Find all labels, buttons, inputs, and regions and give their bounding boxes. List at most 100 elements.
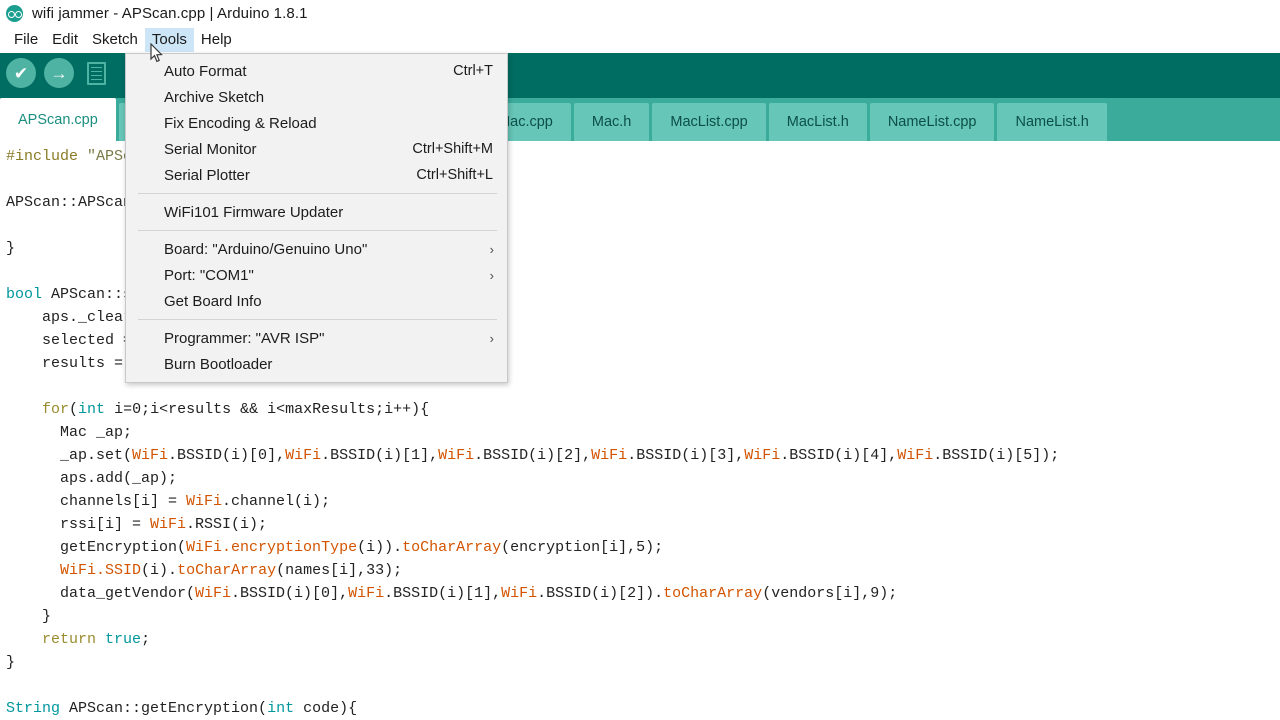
menu-item-label: Serial Plotter: [164, 166, 250, 184]
menu-item-label: Board: "Arduino/Genuino Uno": [164, 240, 368, 258]
arduino-infinity-icon: [6, 4, 23, 22]
menu-item-burn-bootloader[interactable]: Burn Bootloader: [126, 351, 507, 377]
code-line: }: [0, 651, 1280, 674]
verify-compile-button[interactable]: ✔: [6, 58, 36, 88]
menu-item-serial-monitor[interactable]: Serial Monitor Ctrl+Shift+M: [126, 136, 507, 162]
code-token: code){: [294, 700, 358, 717]
code-token: .BSSID(i)[1],: [384, 585, 502, 602]
menu-item-port-com1[interactable]: Port: "COM1" ›: [126, 262, 507, 288]
page-icon: [86, 61, 106, 85]
code-line: }: [0, 605, 1280, 628]
code-token: WiFi: [744, 447, 781, 464]
menu-item-label: Auto Format: [164, 62, 247, 80]
menu-item-auto-format[interactable]: Auto Format Ctrl+T: [126, 58, 507, 84]
code-token: #include: [6, 148, 88, 165]
code-token: .encryptionType: [222, 539, 358, 556]
menu-item-shortcut: Ctrl+Shift+M: [412, 141, 493, 157]
code-token: .BSSID(i)[3],: [627, 447, 745, 464]
file-tab-namelist-h[interactable]: NameList.h: [997, 103, 1107, 141]
code-token: }: [6, 654, 16, 671]
code-token: .channel(i);: [222, 493, 331, 510]
file-tab-namelist-cpp[interactable]: NameList.cpp: [869, 103, 995, 141]
menu-item-label: Fix Encoding & Reload: [164, 114, 317, 132]
code-token: bool: [6, 286, 43, 303]
code-token: int: [78, 401, 106, 418]
menu-item-programmer-avr-isp[interactable]: Programmer: "AVR ISP" ›: [126, 325, 507, 351]
tools-dropdown-menu: Auto Format Ctrl+T Archive Sketch Fix Encod…: [125, 53, 508, 383]
code-line: aps.add(_ap);: [0, 467, 1280, 490]
chevron-right-icon: ›: [489, 330, 494, 346]
code-token: ;: [141, 631, 151, 648]
code-line: getEncryption(WiFi.encryptionType(i)).to…: [0, 536, 1280, 559]
code-token: WiFi: [186, 493, 223, 510]
menu-item-wifi101-firmware-updater[interactable]: WiFi101 Firmware Updater: [126, 199, 507, 225]
code-token: true: [105, 631, 142, 648]
code-token: for: [42, 401, 70, 418]
menu-separator: [138, 319, 497, 320]
code-line: rssi[i] = WiFi.RSSI(i);: [0, 513, 1280, 536]
code-token: APScan::getEncryption(: [60, 700, 268, 717]
code-line: channels[i] = WiFi.channel(i);: [0, 490, 1280, 513]
code-line: return true;: [0, 628, 1280, 651]
menu-item-board-arduino-genuino-uno[interactable]: Board: "Arduino/Genuino Uno" ›: [126, 236, 507, 262]
code-token: (names[i],33);: [276, 562, 403, 579]
upload-button[interactable]: →: [44, 58, 74, 88]
menu-separator: [138, 230, 497, 231]
file-tab-maclist-h[interactable]: MacList.h: [768, 103, 867, 141]
menu-item-fix-encoding-reload[interactable]: Fix Encoding & Reload: [126, 110, 507, 136]
code-token: WiFi: [285, 447, 322, 464]
code-token: (i)).: [357, 539, 403, 556]
code-token: WiFi: [348, 585, 385, 602]
code-token: String: [6, 700, 61, 717]
code-line: data_getVendor(WiFi.BSSID(i)[0],WiFi.BSS…: [0, 582, 1280, 605]
window-title: wifi jammer - APScan.cpp | Arduino 1.8.1: [32, 4, 308, 22]
menu-item-serial-plotter[interactable]: Serial Plotter Ctrl+Shift+L: [126, 162, 507, 188]
file-tab-mac-h[interactable]: Mac.h: [573, 103, 650, 141]
arrow-right-icon: →: [50, 63, 68, 83]
code-token: (i).: [141, 562, 178, 579]
menu-file[interactable]: File: [7, 28, 45, 52]
menu-item-label: Port: "COM1": [164, 266, 254, 284]
menu-edit[interactable]: Edit: [45, 28, 85, 52]
code-line: String APScan::getEncryption(int code){: [0, 697, 1280, 720]
code-token: data_getVendor(: [6, 585, 196, 602]
code-token: (vendors[i],9);: [762, 585, 898, 602]
file-tab-apscan-cpp[interactable]: APScan.cpp: [0, 98, 116, 141]
code-token: rssi[i] =: [6, 516, 151, 533]
new-sketch-button[interactable]: [82, 58, 110, 88]
code-token: aps.add(_ap);: [6, 470, 178, 487]
menu-item-shortcut: Ctrl+Shift+L: [416, 167, 493, 183]
code-token: return: [42, 631, 97, 648]
menu-sketch[interactable]: Sketch: [85, 28, 145, 52]
menu-item-label: Get Board Info: [164, 292, 262, 310]
code-line: Mac _ap;: [0, 421, 1280, 444]
code-token: }: [6, 240, 16, 257]
code-token: .SSID: [96, 562, 142, 579]
code-token: channels[i] =: [6, 493, 187, 510]
menu-help[interactable]: Help: [194, 28, 239, 52]
menu-tools[interactable]: Tools: [144, 27, 194, 52]
menu-item-get-board-info[interactable]: Get Board Info: [126, 288, 507, 314]
menu-item-archive-sketch[interactable]: Archive Sketch: [126, 84, 507, 110]
menu-item-label: WiFi101 Firmware Updater: [164, 203, 344, 221]
code-token: i=0;i<results && i<maxResults;i++){: [105, 401, 430, 418]
code-token: .BSSID(i)[0],: [231, 585, 349, 602]
code-token: toCharArray: [402, 539, 502, 556]
menu-item-shortcut: Ctrl+T: [453, 63, 493, 79]
code-token: (encryption[i],5);: [501, 539, 664, 556]
menu-item-label: Archive Sketch: [164, 88, 265, 106]
menu-item-label: Programmer: "AVR ISP": [164, 329, 325, 347]
arduino-ide-window: wifi jammer - APScan.cpp | Arduino 1.8.1…: [0, 0, 1280, 720]
code-token: .BSSID(i)[2],: [474, 447, 592, 464]
file-tab-maclist-cpp[interactable]: MacList.cpp: [652, 103, 766, 141]
code-token: WiFi: [195, 585, 232, 602]
code-token: WiFi: [501, 585, 538, 602]
chevron-right-icon: ›: [489, 267, 494, 283]
code-token: WiFi: [897, 447, 934, 464]
code-token: .BSSID(i)[5]);: [933, 447, 1060, 464]
